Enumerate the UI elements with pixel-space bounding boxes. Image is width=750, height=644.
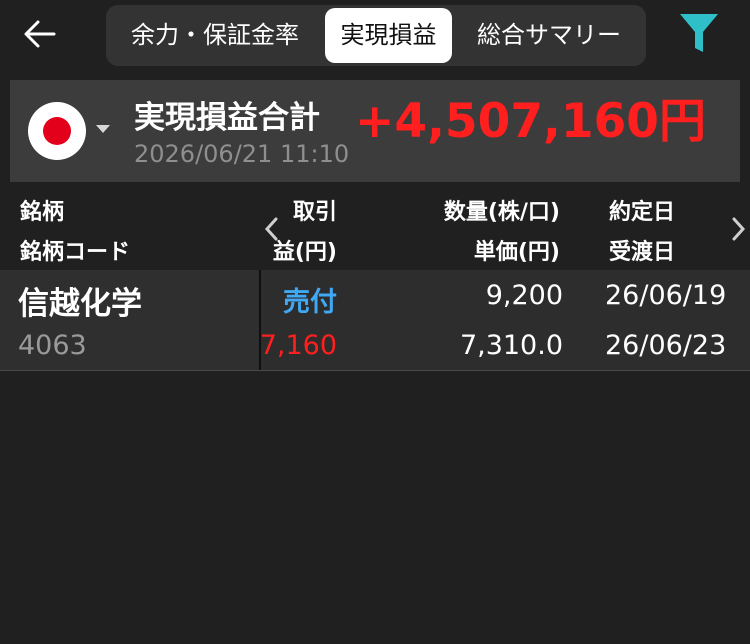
summary-title: 実現損益合計: [134, 100, 320, 136]
col-header-trade: 取引: [292, 200, 337, 225]
stock-code: 4063: [18, 330, 87, 361]
col-header-code: 銘柄コード: [20, 240, 131, 265]
top-bar: 余力・保証金率 実現損益 総合サマリー: [0, 0, 750, 78]
col-header-name: 銘柄: [20, 200, 65, 225]
chevron-down-icon[interactable]: [96, 125, 110, 133]
col-header-quantity: 数量(株/口): [443, 200, 560, 225]
chevron-right-icon[interactable]: [730, 215, 748, 243]
tab-margin-ratio[interactable]: 余力・保証金率: [112, 8, 318, 63]
table-row[interactable]: 信越化学 4063 売付 7,160 9,200 7,310.0 26/06/1…: [0, 270, 750, 371]
japan-flag-icon[interactable]: [28, 102, 86, 160]
summary-total: +4,507,160円: [354, 94, 706, 149]
arrow-left-icon[interactable]: [18, 14, 62, 54]
chevron-left-icon[interactable]: [262, 215, 280, 243]
trade-pnl-column: 売付 7,160: [261, 270, 341, 370]
filter-icon[interactable]: [678, 12, 720, 54]
realized-pnl-summary: 実現損益合計 2026/06/21 11:10 +4,507,160円: [10, 80, 740, 182]
unit-price-value: 7,310.0: [459, 330, 563, 361]
col-header-unit-price: 単価(円): [473, 240, 560, 265]
trade-type: 売付: [283, 287, 337, 318]
tab-realized-pnl[interactable]: 実現損益: [325, 8, 452, 63]
col-header-settle-date: 受渡日: [609, 240, 676, 265]
quantity-value: 9,200: [485, 280, 563, 311]
col-header-pnl: 益(円): [272, 240, 337, 265]
realized-pnl-value: 7,160: [261, 330, 337, 361]
row-fixed-column: 信越化学 4063: [0, 270, 261, 370]
segment-control: 余力・保証金率 実現損益 総合サマリー: [106, 5, 646, 66]
col-header-contract-date: 約定日: [609, 200, 676, 225]
summary-datetime: 2026/06/21 11:10: [134, 140, 350, 168]
stock-name: 信越化学: [18, 286, 142, 322]
settle-date-value: 26/06/23: [605, 330, 727, 361]
contract-date-value: 26/06/19: [605, 280, 727, 311]
tab-total-summary[interactable]: 総合サマリー: [462, 8, 636, 63]
